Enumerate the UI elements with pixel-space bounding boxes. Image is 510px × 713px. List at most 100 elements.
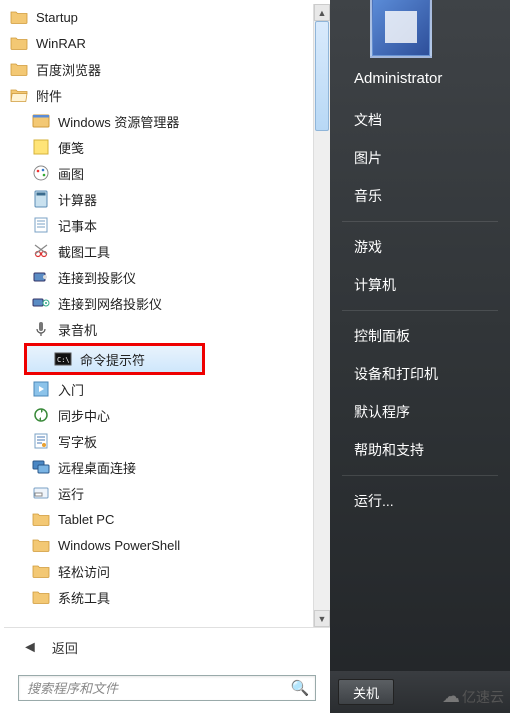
program-item[interactable]: C:\ 命令提示符: [27, 346, 202, 372]
program-item[interactable]: Tablet PC: [4, 506, 313, 532]
program-label: 远程桌面连接: [58, 458, 136, 477]
program-item[interactable]: Windows PowerShell: [4, 532, 313, 558]
program-item[interactable]: 连接到投影仪: [4, 264, 313, 290]
program-label: 命令提示符: [80, 350, 145, 369]
scroll-up-icon[interactable]: ▲: [314, 4, 330, 21]
program-label: 截图工具: [58, 242, 110, 261]
program-label: 录音机: [58, 320, 97, 339]
folder-icon: [32, 562, 50, 580]
shutdown-button[interactable]: 关机: [338, 679, 394, 705]
program-label: 便笺: [58, 138, 84, 157]
user-picture[interactable]: [370, 0, 432, 58]
folder-icon: [10, 86, 28, 104]
folder-icon: [10, 34, 28, 52]
program-item[interactable]: 画图: [4, 160, 313, 186]
explorer-icon: [32, 112, 50, 130]
svg-text:C:\: C:\: [57, 356, 70, 364]
program-label: 系统工具: [58, 588, 110, 607]
program-item[interactable]: 写字板: [4, 428, 313, 454]
folder-icon: [10, 8, 28, 26]
folder-icon: [32, 588, 50, 606]
folder-label: 附件: [36, 86, 62, 105]
search-row: 🔍: [4, 667, 330, 713]
user-name[interactable]: Administrator: [330, 66, 510, 101]
snip-icon: [32, 242, 50, 260]
right-menu-item[interactable]: 运行...: [330, 482, 510, 520]
recorder-icon: [32, 320, 50, 338]
program-item[interactable]: 录音机: [4, 316, 313, 342]
program-list: Startup WinRAR 百度浏览器附件 Windows 资源管理器便笺画图计算器…: [4, 4, 313, 627]
right-menu-item[interactable]: 图片: [330, 139, 510, 177]
program-label: 连接到网络投影仪: [58, 294, 162, 313]
folder-label: WinRAR: [36, 36, 86, 51]
left-panel: Startup WinRAR 百度浏览器附件 Windows 资源管理器便笺画图计算器…: [0, 0, 330, 713]
program-item[interactable]: 运行: [4, 480, 313, 506]
program-item[interactable]: 同步中心: [4, 402, 313, 428]
program-label: 写字板: [58, 432, 97, 451]
program-item[interactable]: 截图工具: [4, 238, 313, 264]
scroll-down-icon[interactable]: ▼: [314, 610, 330, 627]
program-label: 运行: [58, 484, 84, 503]
program-item[interactable]: 轻松访问: [4, 558, 313, 584]
program-folder[interactable]: Startup: [4, 4, 313, 30]
program-label: Windows PowerShell: [58, 538, 180, 553]
right-menu-item[interactable]: 默认程序: [330, 393, 510, 431]
rdp-icon: [32, 458, 50, 476]
right-menu-item[interactable]: 设备和打印机: [330, 355, 510, 393]
program-label: 计算器: [58, 190, 97, 209]
netproj-icon: [32, 294, 50, 312]
program-item[interactable]: 系统工具: [4, 584, 313, 610]
wordpad-icon: [32, 432, 50, 450]
calc-icon: [32, 190, 50, 208]
program-label: 记事本: [58, 216, 97, 235]
search-icon: 🔍: [285, 679, 315, 697]
program-label: 同步中心: [58, 406, 110, 425]
program-label: Tablet PC: [58, 512, 114, 527]
run-icon: [32, 484, 50, 502]
right-menu-item[interactable]: 游戏: [330, 228, 510, 266]
right-panel: Administrator 文档图片音乐游戏计算机控制面板设备和打印机默认程序帮…: [330, 0, 510, 713]
sticky-icon: [32, 138, 50, 156]
program-item[interactable]: 连接到网络投影仪: [4, 290, 313, 316]
back-button[interactable]: ◄ 返回: [4, 627, 330, 667]
cloud-icon: ☁: [442, 686, 460, 707]
paint-icon: [32, 164, 50, 182]
right-menu-item[interactable]: 控制面板: [330, 317, 510, 355]
right-menu-item[interactable]: 文档: [330, 101, 510, 139]
projector-icon: [32, 268, 50, 286]
program-folder[interactable]: WinRAR: [4, 30, 313, 56]
getstarted-icon: [32, 380, 50, 398]
program-item[interactable]: 计算器: [4, 186, 313, 212]
program-label: Windows 资源管理器: [58, 112, 179, 131]
back-arrow-icon: ◄: [22, 639, 38, 657]
cmd-icon: C:\: [54, 350, 72, 368]
notepad-icon: [32, 216, 50, 234]
folder-label: Startup: [36, 10, 78, 25]
highlight-box: C:\ 命令提示符: [24, 343, 205, 375]
program-folder[interactable]: 百度浏览器: [4, 56, 313, 82]
program-label: 画图: [58, 164, 84, 183]
folder-icon: [32, 510, 50, 528]
program-item[interactable]: Windows 资源管理器: [4, 108, 313, 134]
program-item[interactable]: 入门: [4, 376, 313, 402]
right-menu-item[interactable]: 帮助和支持: [330, 431, 510, 469]
right-menu-item[interactable]: 音乐: [330, 177, 510, 215]
search-box[interactable]: 🔍: [18, 675, 316, 701]
sync-icon: [32, 406, 50, 424]
right-menu-item[interactable]: 计算机: [330, 266, 510, 304]
program-item[interactable]: 远程桌面连接: [4, 454, 313, 480]
watermark-label: 亿速云: [462, 687, 504, 707]
separator: [342, 310, 498, 311]
program-item[interactable]: 便笺: [4, 134, 313, 160]
scrollbar[interactable]: ▲ ▼: [313, 4, 330, 627]
program-item[interactable]: 记事本: [4, 212, 313, 238]
back-label: 返回: [52, 638, 78, 657]
separator: [342, 221, 498, 222]
search-input[interactable]: [19, 681, 285, 696]
folder-icon: [32, 536, 50, 554]
folder-icon: [10, 60, 28, 78]
program-label: 连接到投影仪: [58, 268, 136, 287]
program-label: 入门: [58, 380, 84, 399]
program-folder[interactable]: 附件: [4, 82, 313, 108]
scroll-thumb[interactable]: [315, 21, 329, 131]
